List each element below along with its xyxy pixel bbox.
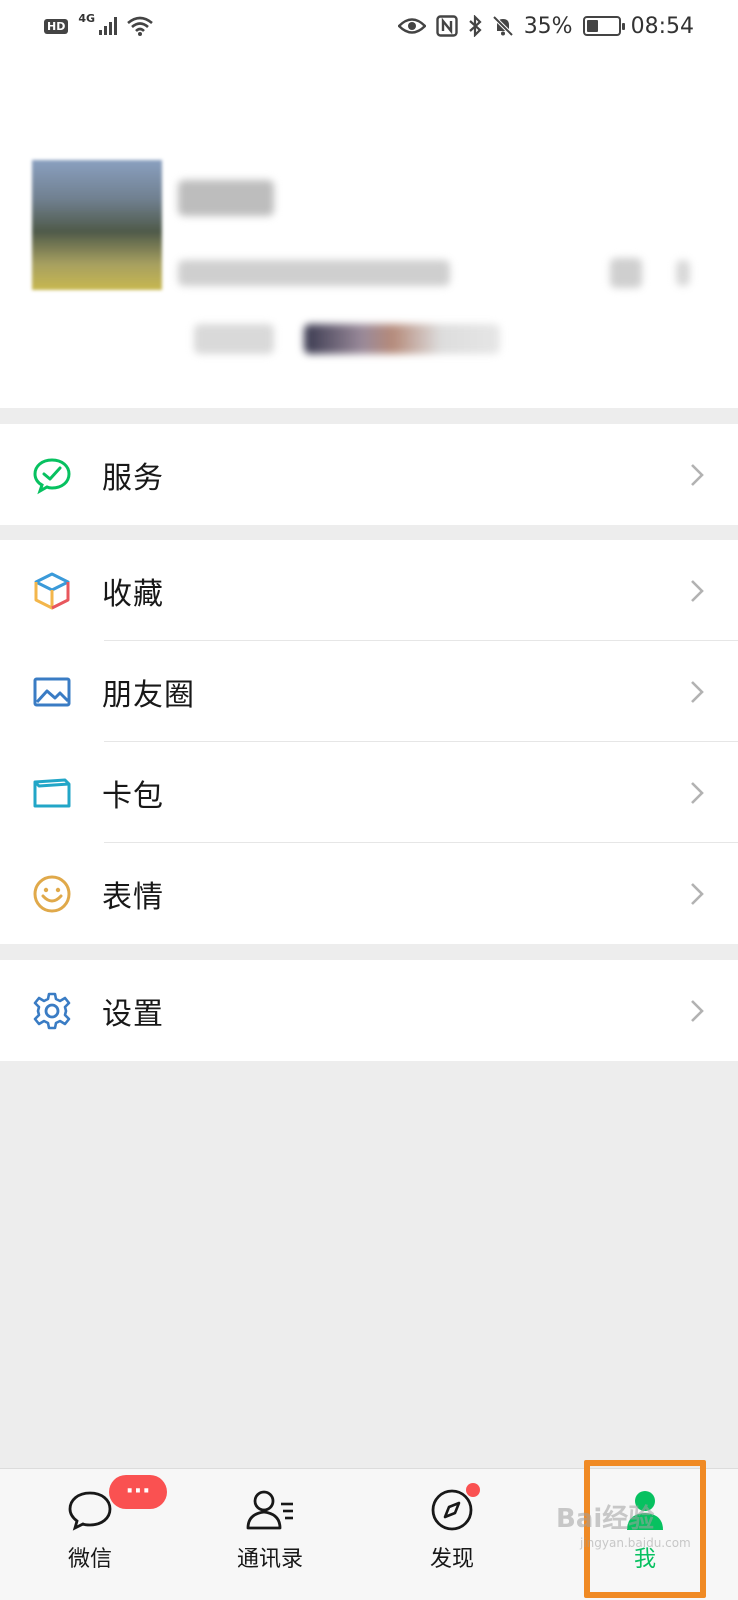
chat-bubble-icon: ··· (67, 1475, 167, 1533)
wechat-id (178, 260, 450, 286)
tab-label: 通讯录 (236, 1547, 303, 1572)
avatar[interactable] (32, 160, 162, 290)
menu-label: 服务 (102, 460, 164, 496)
chevron-right-icon (691, 999, 704, 1022)
menu-label: 表情 (102, 879, 164, 915)
compass-icon (430, 1483, 480, 1533)
menu-item-cards[interactable]: 卡包 (0, 742, 738, 843)
profile-name (178, 180, 274, 216)
tab-label: 微信 (67, 1547, 112, 1572)
friend-status-avatars[interactable] (304, 324, 500, 354)
tab-me[interactable]: 我 (585, 1469, 705, 1600)
chevron-right-icon (691, 680, 704, 703)
menu-group-settings: 设置 (0, 960, 738, 1061)
status-button[interactable] (194, 324, 274, 354)
bell-off-icon (492, 15, 514, 37)
smile-icon (32, 874, 72, 914)
chevron-right-icon (676, 260, 690, 286)
contacts-icon (245, 1487, 295, 1533)
status-left: HD 4G (44, 12, 153, 36)
tab-contacts[interactable]: 通讯录 (210, 1469, 330, 1600)
menu-item-settings[interactable]: 设置 (0, 960, 738, 1061)
menu-item-favorites[interactable]: 收藏 (0, 540, 738, 641)
menu-item-moments[interactable]: 朋友圈 (0, 641, 738, 742)
wechat-me-screen: HD 4G 35% 08:54 服务 收藏 朋友圈 卡包 表情 设置 ··· 微… (0, 0, 738, 1600)
profile-header[interactable] (0, 52, 738, 408)
gear-icon (32, 991, 72, 1031)
qr-code-icon[interactable] (610, 258, 642, 288)
menu-label: 卡包 (102, 778, 164, 814)
person-icon (623, 1487, 667, 1533)
nfc-icon (435, 15, 458, 37)
signal-icon (99, 17, 118, 35)
wifi-icon (127, 16, 153, 36)
menu-label: 朋友圈 (102, 677, 195, 713)
chevron-right-icon (691, 882, 704, 905)
bluetooth-icon (468, 15, 482, 37)
battery-percent: 35% (523, 13, 573, 39)
tab-chats[interactable]: ··· 微信 (30, 1469, 167, 1600)
tab-discover[interactable]: 发现 (392, 1469, 512, 1600)
wechat-pay-icon (32, 455, 72, 495)
menu-label: 收藏 (102, 576, 164, 612)
status-right: 35% 08:54 (397, 13, 694, 39)
chevron-right-icon (691, 781, 704, 804)
menu-item-stickers[interactable]: 表情 (0, 843, 738, 944)
tab-label: 发现 (429, 1547, 474, 1572)
bottom-tab-bar: ··· 微信 通讯录 发现 我 (0, 1468, 738, 1600)
eye-icon (397, 18, 426, 34)
menu-group-main: 收藏 朋友圈 卡包 表情 (0, 540, 738, 944)
unread-badge: ··· (109, 1475, 167, 1509)
card-icon (32, 773, 72, 813)
picture-icon (32, 672, 72, 712)
cube-icon (32, 571, 72, 611)
menu-label: 设置 (102, 996, 164, 1032)
chevron-right-icon (691, 463, 704, 486)
new-dot (466, 1483, 480, 1497)
status-bar: HD 4G 35% 08:54 (0, 0, 738, 52)
chevron-right-icon (691, 579, 704, 602)
hd-indicator: HD (44, 18, 69, 34)
menu-item-services[interactable]: 服务 (0, 424, 738, 525)
network-type: 4G (78, 11, 96, 25)
clock: 08:54 (630, 13, 694, 39)
battery-icon (582, 16, 625, 36)
menu-group-services: 服务 (0, 424, 738, 525)
tab-label: 我 (633, 1547, 656, 1572)
